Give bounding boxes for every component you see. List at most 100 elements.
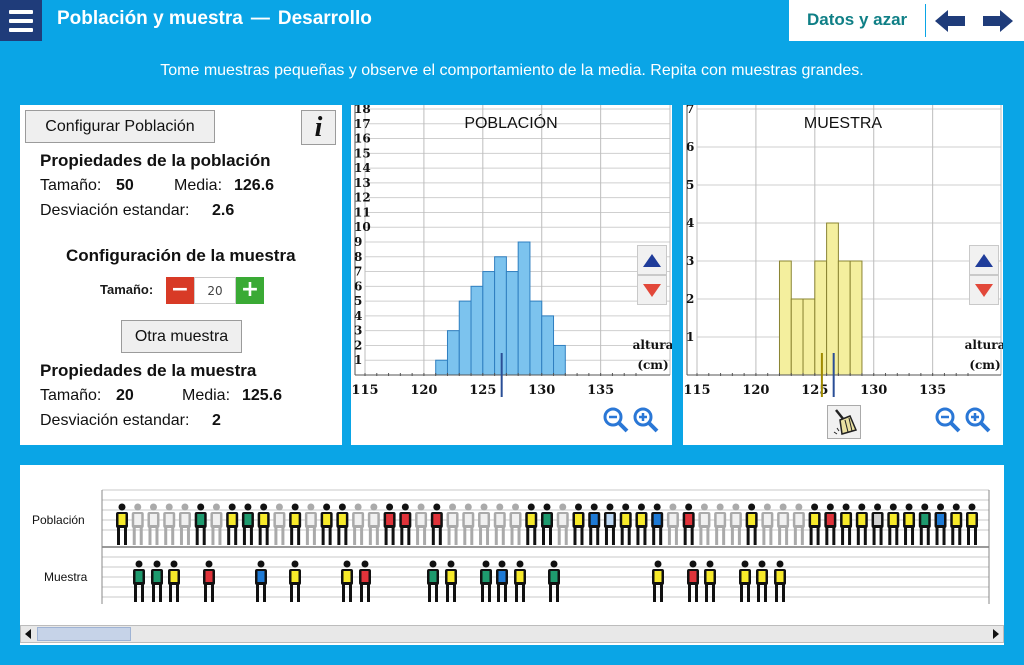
y-tick-label: 14 [354, 161, 371, 175]
hamburger-menu-icon[interactable] [0, 0, 42, 41]
configure-population-button[interactable]: Configurar Población [25, 110, 215, 143]
nav-divider [925, 4, 926, 37]
x-axis-label: altura [965, 338, 1003, 352]
person-leg [627, 527, 631, 545]
scroll-left-icon[interactable] [21, 626, 37, 642]
person-leg [218, 527, 222, 545]
person-leg [757, 584, 760, 602]
person-head [447, 560, 455, 568]
y-tick-label: 18 [354, 105, 371, 116]
zoom-out-icon[interactable] [603, 407, 629, 433]
person-shirt [338, 514, 346, 525]
person-leg [580, 527, 584, 545]
person-leg [428, 584, 431, 602]
scroll-right-icon[interactable] [987, 626, 1003, 642]
person-head [826, 503, 834, 511]
histogram-bar [814, 260, 828, 376]
person-head [937, 503, 945, 511]
arrow-right-icon[interactable] [983, 10, 1013, 32]
person-shirt [275, 514, 283, 525]
zoom-out-icon[interactable] [935, 407, 961, 433]
sample-mean-value: 125.6 [242, 387, 283, 404]
person-shirt [795, 514, 803, 525]
person-shirt [449, 514, 457, 525]
person-shirt [776, 571, 784, 582]
person-leg [497, 584, 500, 602]
population-chart-panel: 1 2 3 4 5 6 7 8 9 10 11 12 13 14 15 16 17 18 115 120 125 130 1… [351, 105, 672, 445]
scale-down-button[interactable] [637, 275, 667, 305]
histogram-bar [849, 260, 863, 376]
person-leg [695, 584, 698, 602]
person-head [574, 503, 582, 511]
histogram-bar [553, 344, 566, 376]
y-tick-label: 9 [354, 235, 362, 249]
person-leg [470, 527, 474, 545]
person-head [354, 503, 362, 511]
person-leg [596, 527, 600, 545]
scale-up-button[interactable] [637, 245, 667, 275]
person-leg [141, 584, 144, 602]
person-head [654, 560, 662, 568]
person-shirt [307, 514, 315, 525]
person-shirt [654, 571, 662, 582]
scale-up-button[interactable] [969, 245, 999, 275]
person-leg [611, 527, 615, 545]
instruction-text: Tome muestras pequeñas y observe el comp… [160, 62, 864, 79]
person-leg [660, 584, 663, 602]
person-leg [542, 527, 545, 545]
person-head [343, 560, 351, 568]
histogram-bar [494, 256, 507, 376]
person-leg [740, 584, 743, 602]
person-leg [353, 527, 357, 545]
person-leg [263, 584, 266, 602]
person-leg [368, 527, 372, 545]
person-leg [195, 527, 199, 545]
person-head [795, 503, 803, 511]
person-leg [800, 527, 804, 545]
person-shirt [153, 571, 161, 582]
page-title: Población y muestra — Desarrollo [57, 8, 372, 30]
person-shirt [574, 514, 582, 525]
sample-size-input[interactable]: 20 [194, 277, 236, 304]
person-head [260, 503, 268, 511]
person-leg [164, 527, 168, 545]
person-leg [549, 527, 552, 545]
population-sd-label: Desviación estandar: [40, 202, 190, 219]
other-sample-button[interactable]: Otra muestra [121, 320, 242, 353]
arrow-left-icon[interactable] [935, 10, 965, 32]
person-leg [186, 527, 190, 545]
person-leg [848, 527, 852, 545]
person-leg [775, 584, 778, 602]
person-head [361, 560, 369, 568]
person-leg [888, 527, 892, 545]
person-head [498, 560, 506, 568]
y-tick-label: 2 [354, 338, 362, 352]
zoom-in-icon[interactable] [965, 407, 991, 433]
person-leg [832, 527, 836, 545]
person-head [858, 503, 866, 511]
person-shirt [212, 514, 220, 525]
y-tick-label: 4 [354, 309, 362, 323]
increment-button[interactable]: + [236, 277, 264, 304]
person-shirt [763, 514, 771, 525]
chapter-link[interactable]: Datos y azar [807, 10, 907, 30]
decrement-button[interactable]: − [166, 277, 194, 304]
zoom-in-icon[interactable] [633, 407, 659, 433]
person-leg [715, 527, 719, 545]
person-head [170, 560, 178, 568]
person-leg [124, 527, 127, 545]
person-leg [653, 584, 656, 602]
person-shirt [197, 514, 205, 525]
horizontal-scrollbar[interactable] [20, 625, 1004, 643]
scrollbar-thumb[interactable] [37, 627, 131, 641]
person-head [291, 503, 299, 511]
scale-down-button[interactable] [969, 275, 999, 305]
person-leg [517, 527, 521, 545]
info-icon[interactable]: i [301, 110, 336, 145]
person-leg [730, 527, 734, 545]
person-leg [706, 527, 710, 545]
person-shirt [748, 514, 756, 525]
person-leg [391, 527, 395, 545]
clear-sample-button[interactable] [827, 405, 861, 439]
histogram-bar [790, 298, 804, 376]
